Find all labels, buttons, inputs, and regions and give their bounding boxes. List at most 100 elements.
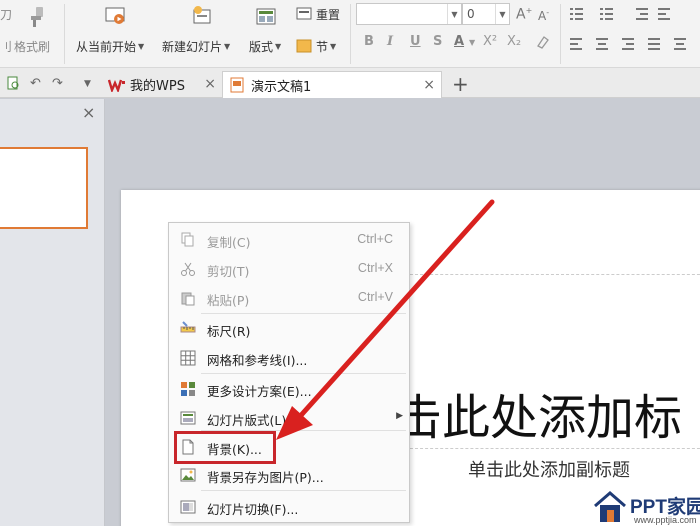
bold-button[interactable]: B [364, 34, 374, 49]
chevron-down-icon: ▼ [138, 42, 145, 51]
from-current-button[interactable]: 从当前开始 ▼ [76, 38, 144, 55]
subscript-button[interactable]: X₂ [507, 34, 521, 49]
chevron-down-icon: ▼ [275, 42, 282, 51]
quick-access-dropdown-icon[interactable]: ▼ [84, 79, 91, 89]
paragraph-list-icons[interactable] [570, 7, 690, 21]
ruler-icon [180, 321, 196, 333]
tab-presentation[interactable]: 演示文稿1 × [222, 71, 442, 98]
menu-item-slide-layout[interactable]: 幻灯片版式(L) ▶ [169, 405, 409, 431]
menu-item-label: 复制(C) [207, 235, 251, 250]
menu-item-grid-guides[interactable]: 网格和参考线(I)... [169, 345, 409, 371]
new-tab-button[interactable]: + [452, 72, 469, 96]
italic-button[interactable]: I [387, 34, 393, 49]
strike-button[interactable]: S [433, 34, 442, 49]
chevron-down-icon: ▼ [330, 42, 337, 51]
section-button[interactable]: 节 ▼ [316, 38, 336, 55]
font-name-combobox[interactable]: ▼ [356, 3, 462, 25]
watermark: PPT家园 www.pptjia.com [588, 488, 700, 526]
cut-partial-label[interactable]: 刀 [0, 6, 12, 23]
menu-item-label: 背景另存为图片(P)... [207, 470, 324, 485]
reset-button[interactable]: 重置 [316, 6, 340, 23]
slide-title-placeholder[interactable]: 击此处添加标 [394, 378, 682, 448]
print-preview-icon[interactable] [6, 76, 20, 90]
tab-my-wps-label: 我的WPS [130, 79, 185, 94]
layout-button[interactable]: 版式 ▼ [249, 38, 281, 55]
menu-item-cut[interactable]: 剪切(T) Ctrl+X [169, 256, 409, 282]
design-icon [181, 382, 195, 396]
layout-label: 版式 [249, 40, 274, 54]
submenu-arrow-icon: ▶ [396, 411, 403, 421]
save-image-icon [180, 468, 196, 482]
menu-item-label: 幻灯片版式(L) [207, 413, 287, 428]
font-grow-label: A [516, 6, 526, 23]
grid-icon [180, 350, 196, 366]
house-logo-icon [594, 491, 626, 522]
chevron-down-icon[interactable]: ▼ [469, 38, 475, 47]
slide-thumbnail-pane: × [0, 99, 105, 526]
background-item-highlight [174, 431, 276, 464]
title-placeholder-border [410, 274, 700, 275]
redo-icon[interactable]: ↷ [52, 76, 63, 91]
chevron-down-icon: ▼ [224, 42, 231, 51]
scissors-icon [181, 262, 195, 276]
menu-item-label: 幻灯片切换(F)... [207, 502, 299, 517]
menu-item-ruler[interactable]: 标尺(R) [169, 316, 409, 342]
menu-item-copy[interactable]: 复制(C) Ctrl+C [169, 227, 409, 253]
alignment-icons[interactable] [570, 37, 698, 51]
superscript-button[interactable]: X² [483, 34, 497, 49]
menu-separator [201, 373, 406, 374]
menu-item-paste[interactable]: 粘贴(P) Ctrl+V [169, 285, 409, 311]
ribbon-separator [64, 4, 65, 64]
reset-icon[interactable] [296, 6, 312, 22]
section-label: 节 [316, 40, 329, 54]
font-grow-button[interactable]: A+ [516, 6, 532, 23]
chevron-down-icon[interactable]: ▼ [495, 4, 509, 24]
font-size-combobox[interactable]: 0 ▼ [462, 3, 510, 25]
tabs-bar: ↶ ↷ ▼ 我的WPS × 演示文稿1 × [0, 68, 700, 98]
transition-icon [180, 500, 196, 514]
layout-icon[interactable] [255, 6, 277, 28]
copy-icon [181, 232, 194, 247]
ribbon-toolbar: 刀 刂 格式刷 从当前开始 ▼ 新建幻灯片 ▼ 版式 ▼ 重置 节 ▼ ▼ 0 … [0, 0, 700, 68]
font-color-button[interactable]: A [454, 34, 464, 49]
format-painter-icon[interactable] [26, 6, 48, 28]
presentation-file-icon [230, 77, 244, 93]
partial-left-label[interactable]: 刂 [0, 38, 12, 55]
menu-separator [201, 490, 406, 491]
new-slide-button[interactable]: 新建幻灯片 ▼ [162, 38, 230, 55]
close-icon[interactable]: × [204, 76, 216, 92]
menu-item-label: 标尺(R) [207, 324, 251, 339]
new-slide-icon[interactable] [191, 5, 213, 27]
wps-logo-icon [108, 79, 125, 92]
close-icon[interactable]: × [423, 77, 435, 93]
font-size-value: 0 [467, 7, 475, 21]
ribbon-separator [560, 4, 561, 64]
slide-thumbnail[interactable] [0, 147, 88, 229]
font-shrink-label: A [538, 9, 547, 23]
subtitle-placeholder-border [410, 448, 700, 449]
ribbon-separator [350, 4, 351, 64]
slide-subtitle-placeholder[interactable]: 单击此处添加副标题 [468, 456, 630, 482]
clear-format-icon[interactable] [536, 34, 550, 50]
menu-item-shortcut: Ctrl+C [357, 232, 393, 246]
menu-item-more-designs[interactable]: 更多设计方案(E)... [169, 376, 409, 402]
paste-icon [181, 292, 195, 306]
chevron-down-icon[interactable]: ▼ [447, 4, 461, 24]
font-shrink-button[interactable]: A- [538, 8, 549, 23]
underline-button[interactable]: U [410, 34, 421, 49]
tab-my-wps[interactable]: 我的WPS × [102, 71, 222, 98]
menu-item-shortcut: Ctrl+V [357, 290, 393, 304]
slideshow-from-current-icon[interactable] [104, 5, 126, 27]
undo-icon[interactable]: ↶ [30, 76, 41, 91]
menu-item-label: 剪切(T) [207, 264, 250, 279]
menu-item-slide-transition[interactable]: 幻灯片切换(F)... [169, 494, 409, 520]
format-painter-button[interactable]: 格式刷 [14, 38, 50, 55]
tab-presentation-label: 演示文稿1 [251, 79, 312, 95]
close-icon[interactable]: × [82, 103, 95, 122]
watermark-url: www.pptjia.com [634, 515, 697, 525]
menu-separator [201, 313, 406, 314]
menu-item-save-background-image[interactable]: 背景另存为图片(P)... [169, 462, 409, 488]
from-current-label: 从当前开始 [76, 40, 137, 54]
new-slide-label: 新建幻灯片 [162, 40, 223, 54]
section-icon[interactable] [296, 38, 312, 54]
